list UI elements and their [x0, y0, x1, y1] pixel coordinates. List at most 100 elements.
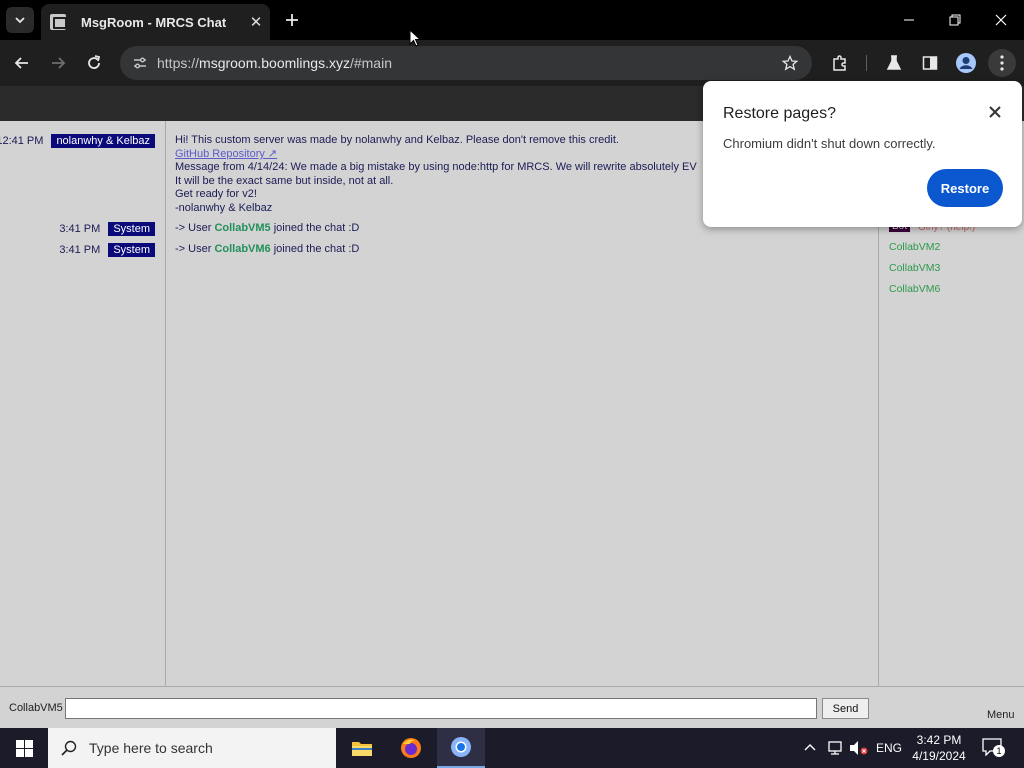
toolbar-divider [866, 55, 867, 71]
url-scheme: https:// [157, 55, 200, 71]
start-button[interactable] [0, 728, 48, 768]
input-language[interactable]: ENG [876, 741, 902, 755]
restore-window-icon [949, 14, 961, 26]
user-list-item[interactable]: CollabVM3 [889, 262, 940, 274]
close-icon [989, 106, 1001, 118]
clock-date: 4/19/2024 [912, 749, 966, 763]
message-line: Hi! This custom server was made by nolan… [175, 134, 619, 146]
message-line: GitHub Repository ↗ [175, 148, 277, 162]
browser-tab[interactable]: MsgRoom - MRCS Chat ✕ [41, 4, 270, 40]
joined-username[interactable]: CollabVM6 [214, 243, 270, 255]
chromium-taskbar-button[interactable] [437, 728, 485, 768]
message-line: -nolanwhy & Kelbaz [175, 202, 273, 214]
message-meta: 12:41 PM nolanwhy & Kelbaz [0, 134, 155, 148]
search-placeholder: Type here to search [89, 740, 213, 756]
firefox-taskbar-button[interactable] [387, 728, 435, 768]
reload-icon [88, 55, 101, 69]
join-prefix: -> User [175, 222, 215, 234]
dialog-message: Chromium didn't shut down correctly. [723, 136, 936, 151]
message-meta-column: 12:41 PM nolanwhy & Kelbaz 3:41 PM Syste… [0, 121, 166, 686]
message-meta: 3:41 PM System [59, 222, 155, 236]
profile-button[interactable] [952, 49, 980, 77]
restore-button[interactable]: Restore [927, 169, 1003, 207]
taskbar-clock[interactable]: 3:42 PM 4/19/2024 [906, 732, 972, 764]
side-panel-button[interactable] [916, 49, 944, 77]
puzzle-icon [833, 55, 846, 71]
windows-logo-icon [15, 739, 33, 757]
taskbar-search[interactable]: Type here to search [48, 728, 336, 768]
volume-muted-icon[interactable] [849, 740, 869, 756]
tab-title: MsgRoom - MRCS Chat [81, 14, 227, 30]
url-text: https://msgroom.boomlings.xyz/#main [157, 55, 392, 71]
minimize-icon [904, 19, 914, 21]
message-time: 12:41 PM [0, 135, 44, 147]
message-line: It will be the exact same but inside, no… [175, 175, 394, 187]
notification-count-badge: 1 [993, 745, 1005, 757]
message-line: Message from 4/14/24: We made a big mist… [175, 161, 697, 173]
network-icon[interactable] [826, 740, 844, 756]
send-button[interactable]: Send [822, 698, 869, 719]
site-info-icon[interactable] [128, 51, 152, 75]
mouse-cursor-icon [409, 29, 421, 47]
nickname-label[interactable]: CollabVM5 [9, 702, 63, 714]
joined-username[interactable]: CollabVM5 [214, 222, 270, 234]
message-line: Get ready for v2! [175, 188, 257, 200]
tab-search-button[interactable] [6, 7, 34, 33]
author-badge[interactable]: System [108, 222, 155, 236]
restore-window-button[interactable] [932, 0, 978, 40]
browser-toolbar: https://msgroom.boomlings.xyz/#main [0, 40, 1024, 86]
restore-pages-dialog: Restore pages? Chromium didn't shut down… [703, 81, 1022, 227]
firefox-icon [401, 738, 421, 758]
clock-time: 3:42 PM [916, 733, 962, 747]
kebab-menu-icon [1000, 55, 1004, 71]
back-button[interactable] [8, 49, 36, 77]
profile-avatar-icon [956, 53, 976, 73]
chromium-icon [451, 737, 471, 757]
close-window-button[interactable] [978, 0, 1024, 40]
user-list-item[interactable]: CollabVM6 [889, 283, 940, 295]
minimize-button[interactable] [886, 0, 932, 40]
join-prefix: -> User [175, 243, 215, 255]
chevron-up-icon[interactable] [803, 742, 817, 752]
message-time: 3:41 PM [59, 223, 101, 235]
join-message: -> User CollabVM5 joined the chat :D [175, 222, 359, 236]
plus-icon [286, 14, 298, 26]
join-suffix: joined the chat :D [270, 222, 360, 234]
msgroom-favicon-icon [50, 14, 67, 30]
url-host: msgroom.boomlings.xyz [199, 55, 350, 71]
forward-button[interactable] [44, 49, 72, 77]
browser-titlebar: MsgRoom - MRCS Chat ✕ [0, 0, 1024, 40]
new-tab-button[interactable] [280, 8, 304, 32]
menu-button[interactable]: Menu [987, 709, 1015, 721]
flask-icon [886, 55, 902, 70]
dialog-title: Restore pages? [723, 105, 836, 122]
browser-menu-button[interactable] [988, 49, 1016, 77]
join-suffix: joined the chat :D [270, 243, 360, 255]
message-time: 3:41 PM [59, 244, 101, 256]
join-message: -> User CollabVM6 joined the chat :D [175, 243, 359, 257]
extensions-button[interactable] [826, 49, 854, 77]
dialog-close-button[interactable] [984, 101, 1006, 123]
address-bar[interactable]: https://msgroom.boomlings.xyz/#main [120, 46, 812, 80]
chevron-down-icon [15, 17, 25, 24]
message-input[interactable] [65, 698, 817, 719]
github-repository-link[interactable]: GitHub Repository ↗ [175, 148, 277, 160]
user-list-item[interactable]: CollabVM2 [889, 241, 940, 253]
notification-center-button[interactable]: 1 [982, 738, 1005, 758]
folder-icon [352, 742, 372, 756]
reload-button[interactable] [80, 49, 108, 77]
composer-bar: CollabVM5 Send Menu [0, 686, 1024, 728]
url-path: /#main [349, 55, 392, 71]
search-icon [61, 740, 77, 756]
message-meta: 3:41 PM System [59, 243, 155, 257]
tab-close-icon[interactable]: ✕ [246, 12, 266, 32]
author-badge[interactable]: nolanwhy & Kelbaz [51, 134, 155, 148]
close-icon [995, 14, 1007, 26]
bookmark-star-icon[interactable] [778, 51, 802, 75]
labs-button[interactable] [880, 49, 908, 77]
side-panel-icon [922, 56, 938, 70]
arrow-right-icon [52, 57, 66, 69]
file-explorer-taskbar-button[interactable] [338, 728, 386, 768]
author-badge[interactable]: System [108, 243, 155, 257]
windows-taskbar: Type here to search ENG 3:42 PM 4/19/202… [0, 728, 1024, 768]
